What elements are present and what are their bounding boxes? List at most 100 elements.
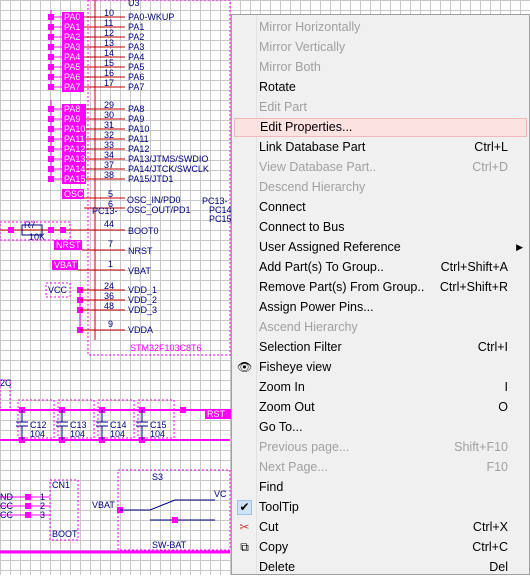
menu-item-shortcut: Ctrl+L (474, 140, 508, 154)
menu-item-mirror-horizontally: Mirror Horizontally (234, 18, 527, 37)
menu-item-label: Zoom In (259, 380, 305, 394)
switch-blade (149, 499, 176, 511)
net-vcc: VCC (48, 285, 68, 295)
pin-number: 12 (104, 28, 114, 38)
net-pa5-text: PA5 (64, 62, 80, 72)
copy-icon: ⧉ (240, 540, 249, 554)
connector-ref: CN1 (52, 480, 70, 490)
menu-item-find[interactable]: Find (234, 478, 527, 497)
pin-name: OSC_IN/PD0 (127, 195, 181, 205)
pin-number: 3 (40, 510, 45, 520)
menu-item-delete[interactable]: Delete Del (234, 558, 527, 577)
menu-item-copy[interactable]: ⧉ Copy Ctrl+C (234, 538, 527, 557)
menu-item-rotate[interactable]: Rotate (234, 78, 527, 97)
menu-item-assign-power-pins[interactable]: Assign Power Pins... (234, 298, 527, 317)
cap-label-2c: 2C (0, 378, 12, 388)
menu-item-shortcut: F10 (486, 460, 508, 474)
pin-name: PA4 (128, 52, 144, 62)
menu-item-label: Zoom Out (259, 400, 315, 414)
pin-number: 11 (104, 18, 113, 28)
menu-item-fisheye-view[interactable]: 👁 Fisheye view (234, 358, 527, 377)
pin-number: 5 (108, 189, 113, 199)
menu-item-label: Rotate (259, 80, 296, 94)
pin-number: 16 (104, 68, 114, 78)
menu-item-add-part-s-to-group[interactable]: Add Part(s) To Group.. Ctrl+Shift+A (234, 258, 527, 277)
net-pa4-text: PA4 (64, 52, 80, 62)
no-connect-mark: PC13- (92, 206, 118, 216)
pin-number: 15 (104, 58, 114, 68)
menu-item-label: Previous page... (259, 440, 350, 454)
pin-number: 9 (108, 319, 113, 329)
menu-item-remove-part-s-from-group[interactable]: Remove Part(s) From Group.. Ctrl+Shift+R (234, 278, 527, 297)
pin-name: VBAT (128, 266, 151, 276)
scissors-icon: ✂ (239, 520, 250, 534)
check-icon: ✔ (237, 500, 252, 515)
pin-number: 36 (104, 291, 114, 301)
menu-item-label: Connect to Bus (259, 220, 345, 234)
junction-boot (8, 227, 14, 233)
menu-item-tooltip[interactable]: ✔ ToolTip (234, 498, 527, 517)
menu-item-label: Delete (259, 560, 296, 574)
pin-name: PA9 (128, 114, 144, 124)
menu-item-shortcut: Ctrl+Shift+A (440, 260, 508, 274)
menu-item-descend-hierarchy: Descend Hierarchy (234, 178, 527, 197)
net-cn: CC (0, 510, 13, 520)
net-pa7-text: PA7 (64, 82, 80, 92)
pin-name: VDD_3 (128, 305, 157, 315)
menu-item-go-to[interactable]: Go To... (234, 418, 527, 437)
menu-item-zoom-out[interactable]: Zoom Out O (234, 398, 527, 417)
pin-name: PA13/JTMS/SWDIO (128, 154, 208, 164)
junction-boot (48, 227, 54, 233)
menu-item-label: Next Page... (259, 460, 328, 474)
net-pa13-text: PA13 (64, 154, 85, 164)
menu-item-connect-to-bus[interactable]: Connect to Bus (234, 218, 527, 237)
pin-number: 7 (108, 239, 113, 249)
menu-item-label: Find (259, 480, 284, 494)
net-pa15-text: PA15 (64, 174, 85, 184)
menu-item-label: Copy (259, 540, 289, 554)
cap-value: 104 (150, 429, 165, 439)
net-pa1-text: PA1 (64, 22, 80, 32)
menu-item-connect[interactable]: Connect (234, 198, 527, 217)
pin-name: OSC_OUT/PD1 (127, 205, 191, 215)
net-pa12-text: PA12 (64, 144, 85, 154)
pin-name: PA12 (128, 144, 149, 154)
part-name: STM32F103C8T6 (130, 343, 202, 353)
pin-number: 48 (104, 301, 114, 311)
cap-value: 104 (30, 429, 45, 439)
context-menu: Mirror Horizontally Mirror Vertically Mirr… (231, 14, 530, 575)
pin-number: 29 (104, 100, 114, 110)
menu-item-label: Ascend Hierarchy (259, 320, 358, 334)
menu-item-zoom-in[interactable]: Zoom In I (234, 378, 527, 397)
pin-number: 32 (104, 130, 114, 140)
menu-item-label: Fisheye view (259, 360, 332, 374)
menu-item-shortcut: O (498, 400, 508, 414)
net-nrst-text: NRST (56, 240, 81, 250)
pin-number: 13 (104, 38, 114, 48)
menu-item-cut[interactable]: ✂ Cut Ctrl+X (234, 518, 527, 537)
pin-number: 37 (104, 160, 114, 170)
pin-number: 24 (104, 281, 114, 291)
menu-item-edit-properties[interactable]: Edit Properties... (234, 118, 527, 137)
net-pa3-text: PA3 (64, 42, 80, 52)
eye-icon: 👁 (237, 360, 253, 374)
junction-cap (180, 407, 186, 413)
net-pa2-text: PA2 (64, 32, 80, 42)
pin-name: PA10 (128, 124, 149, 134)
pin-name: PA3 (128, 42, 144, 52)
menu-item-mirror-vertically: Mirror Vertically (234, 38, 527, 57)
net-vc: VC (214, 489, 227, 499)
pin-number: 44 (104, 219, 114, 229)
pin-name: PA15/JTD1 (128, 174, 173, 184)
menu-item-link-database-part[interactable]: Link Database Part Ctrl+L (234, 138, 527, 157)
menu-item-label: Mirror Both (259, 60, 321, 74)
junction-boot (60, 227, 66, 233)
menu-item-selection-filter[interactable]: Selection Filter Ctrl+I (234, 338, 527, 357)
menu-item-user-assigned-reference[interactable]: User Assigned Reference ▶ (234, 238, 527, 257)
pin-name: NRST (128, 246, 153, 256)
pin-number: 17 (104, 78, 114, 88)
net-vbat-2: VBAT (92, 500, 115, 510)
menu-item-ascend-hierarchy: Ascend Hierarchy (234, 318, 527, 337)
menu-item-label: Link Database Part (259, 140, 366, 154)
menu-item-label: Mirror Horizontally (259, 20, 361, 34)
